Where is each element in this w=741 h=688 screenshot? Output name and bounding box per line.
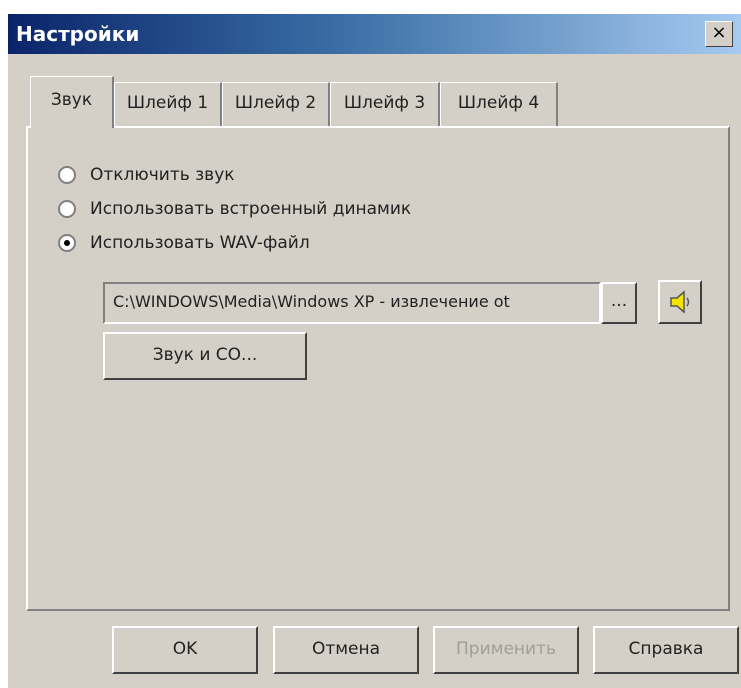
cancel-label: Отмена <box>311 639 381 659</box>
ok-button[interactable]: OK <box>112 626 258 674</box>
top-strip <box>0 0 741 14</box>
tab-loop-2[interactable]: Шлейф 2 <box>222 82 330 126</box>
help-button[interactable]: Справка <box>593 626 739 674</box>
title-bar: Настройки × <box>8 14 741 54</box>
tab-loop-1[interactable]: Шлейф 1 <box>114 82 222 126</box>
close-icon: × <box>711 22 727 43</box>
window-title: Настройки <box>16 22 140 46</box>
apply-label: Применить <box>456 639 556 659</box>
ok-label: OK <box>172 639 198 659</box>
tab-loop-3[interactable]: Шлейф 3 <box>330 82 440 126</box>
sound-panel <box>26 126 730 611</box>
tab-loop-4[interactable]: Шлейф 4 <box>440 82 558 126</box>
help-label: Справка <box>628 639 704 659</box>
tab-label: Шлейф 2 <box>234 93 317 113</box>
tab-label: Шлейф 3 <box>343 93 426 113</box>
tab-label: Шлейф 1 <box>126 93 209 113</box>
tab-sound[interactable]: Звук <box>30 76 114 128</box>
settings-dialog: Настройки × Звук Шлейф 1 Шлейф 2 Шлейф 3… <box>8 14 741 688</box>
cancel-button[interactable]: Отмена <box>273 626 419 674</box>
tab-label: Звук <box>50 90 93 110</box>
apply-button[interactable]: Применить <box>433 626 579 674</box>
tab-label: Шлейф 4 <box>457 93 540 113</box>
close-button[interactable]: × <box>705 21 733 47</box>
